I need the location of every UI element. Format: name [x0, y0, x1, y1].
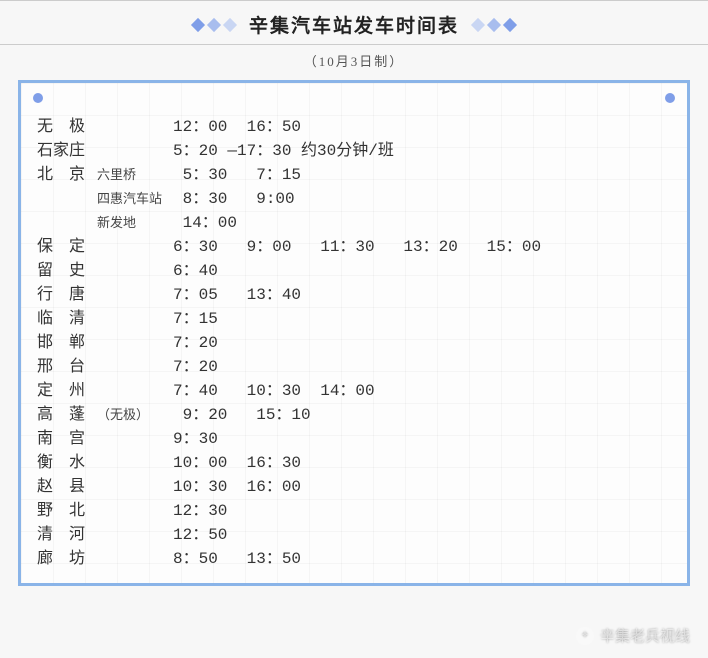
destination: 保 定 — [37, 235, 97, 259]
table-row: 无 极 12：00 16：50 — [33, 115, 675, 139]
destination: 廊 坊 — [37, 547, 97, 571]
departure-times: 10：30 16：00 — [173, 475, 301, 499]
diamond-icon — [191, 17, 205, 31]
departure-times: 10：00 16：30 — [173, 451, 301, 475]
header-inner: 辛集汽车站发车时间表 — [0, 11, 708, 38]
diamond-icon — [503, 17, 517, 31]
destination: 石家庄 — [37, 139, 97, 163]
header: 辛集汽车站发车时间表 — [0, 0, 708, 45]
table-row: 临 清 7：15 — [33, 307, 675, 331]
diamond-icon — [207, 17, 221, 31]
table-row: 石家庄 5：20 —17：30 约30分钟/班 — [33, 139, 675, 163]
diamond-icon — [487, 17, 501, 31]
departure-times: 12：00 16：50 — [173, 115, 301, 139]
table-row: 清 河 12：50 — [33, 523, 675, 547]
table-row: 行 唐 7：05 13：40 — [33, 283, 675, 307]
table-row: 邯 郸 7：20 — [33, 331, 675, 355]
departure-times: 7：20 — [173, 355, 218, 379]
sub-station: （无极） — [97, 403, 173, 427]
departure-times: 9：30 — [173, 427, 218, 451]
table-row: 邢 台 7：20 — [33, 355, 675, 379]
corner-dot-icon — [33, 93, 43, 103]
corner-dot-icon — [665, 93, 675, 103]
destination: 留 史 — [37, 259, 97, 283]
watermark-text: 辛集老兵视线 — [600, 625, 690, 646]
table-row: 高 蓬（无极） 9：20 15：10 — [33, 403, 675, 427]
destination: 临 清 — [37, 307, 97, 331]
destination: 定 州 — [37, 379, 97, 403]
destination: 野 北 — [37, 499, 97, 523]
departure-times: 8：50 13：50 — [173, 547, 301, 571]
departure-times: 14：00 — [173, 211, 237, 235]
departure-times: 7：40 10：30 14：00 — [173, 379, 375, 403]
timetable-sheet: 无 极12：00 16：50石家庄5：20 —17：30 约30分钟/班北 京六… — [18, 80, 690, 586]
table-row: 野 北 12：30 — [33, 499, 675, 523]
watermark: ✦ 辛集老兵视线 — [576, 625, 690, 646]
sub-station: 四惠汽车站 — [97, 187, 173, 211]
departure-times: 8：30 9:00 — [173, 187, 295, 211]
destination: 无 极 — [37, 115, 97, 139]
departure-times: 7：20 — [173, 331, 218, 355]
table-row: 新发地 14：00 — [33, 211, 675, 235]
destination: 南 宫 — [37, 427, 97, 451]
wechat-icon: ✦ — [576, 627, 594, 645]
table-row: 留 史 6：40 — [33, 259, 675, 283]
diamond-icon — [223, 17, 237, 31]
diamond-icon — [471, 17, 485, 31]
timetable-rows: 无 极12：00 16：50石家庄5：20 —17：30 约30分钟/班北 京六… — [33, 115, 675, 571]
table-row: 四惠汽车站 8：30 9:00 — [33, 187, 675, 211]
departure-times: 7：05 13：40 — [173, 283, 301, 307]
table-row: 赵 县 10：30 16：00 — [33, 475, 675, 499]
departure-times: 12：50 — [173, 523, 227, 547]
table-row: 北 京六里桥 5：30 7：15 — [33, 163, 675, 187]
destination: 邢 台 — [37, 355, 97, 379]
table-row: 保 定 6：30 9：00 11：30 13：20 15：00 — [33, 235, 675, 259]
table-row: 南 宫 9：30 — [33, 427, 675, 451]
destination: 清 河 — [37, 523, 97, 547]
departure-times: 5：20 —17：30 约30分钟/班 — [173, 139, 394, 163]
departure-times: 7：15 — [173, 307, 218, 331]
diamond-right — [473, 20, 515, 30]
departure-times: 6：30 9：00 11：30 13：20 15：00 — [173, 235, 541, 259]
sub-station: 新发地 — [97, 211, 173, 235]
table-row: 定 州 7：40 10：30 14：00 — [33, 379, 675, 403]
subtitle: （10月3日制） — [0, 45, 708, 80]
destination: 北 京 — [37, 163, 97, 187]
destination: 赵 县 — [37, 475, 97, 499]
table-row: 衡 水 10：00 16：30 — [33, 451, 675, 475]
page-title: 辛集汽车站发车时间表 — [249, 11, 459, 38]
destination: 高 蓬 — [37, 403, 97, 427]
departure-times: 12：30 — [173, 499, 227, 523]
diamond-left — [193, 20, 235, 30]
destination: 衡 水 — [37, 451, 97, 475]
sub-station: 六里桥 — [97, 163, 173, 187]
departure-times: 6：40 — [173, 259, 218, 283]
destination: 邯 郸 — [37, 331, 97, 355]
departure-times: 5：30 7：15 — [173, 163, 301, 187]
departure-times: 9：20 15：10 — [173, 403, 311, 427]
table-row: 廊 坊 8：50 13：50 — [33, 547, 675, 571]
destination: 行 唐 — [37, 283, 97, 307]
